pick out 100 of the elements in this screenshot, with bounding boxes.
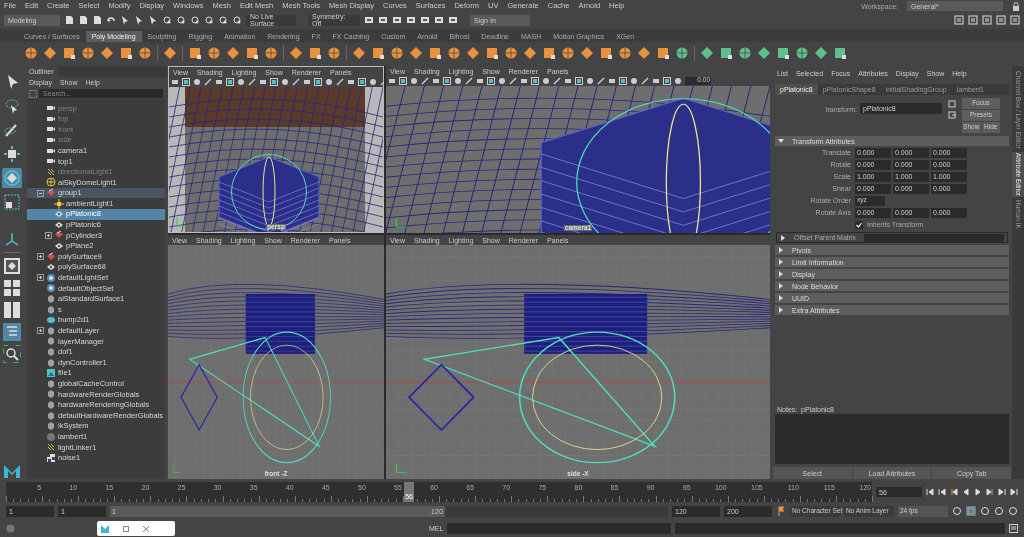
shelf-tool-icon[interactable] [656, 46, 670, 60]
command-input-field[interactable] [447, 523, 671, 534]
playback-icon[interactable] [938, 488, 946, 496]
shelf-tool-icon[interactable] [390, 46, 404, 60]
panel-layout-icon[interactable] [954, 15, 964, 25]
shelf-tool-icon[interactable] [466, 46, 480, 60]
collapse-arrow-icon[interactable] [778, 138, 784, 144]
go-to-input-icon[interactable] [948, 100, 956, 108]
playback-icon[interactable] [998, 488, 1006, 496]
viewport-tool-icon[interactable] [575, 77, 583, 85]
collapse-icon[interactable] [37, 189, 44, 197]
render-icon[interactable] [378, 15, 388, 25]
two-pane-icon[interactable] [3, 301, 21, 319]
snap-icon[interactable] [218, 15, 228, 25]
viewport-tool-icon[interactable] [314, 78, 322, 86]
shelf-tool-icon[interactable] [428, 46, 442, 60]
maximize-icon[interactable] [123, 525, 129, 532]
expand-arrow-icon[interactable] [778, 247, 784, 253]
shelf-tool-icon[interactable] [618, 46, 632, 60]
minimized-window[interactable] [97, 521, 175, 536]
shelf-tool-icon[interactable] [24, 46, 38, 60]
playback-icon[interactable] [926, 488, 934, 496]
render-icon[interactable] [406, 15, 416, 25]
tool-button[interactable] [2, 168, 22, 188]
shelf-tool-icon[interactable] [542, 46, 556, 60]
snap-icon[interactable] [162, 15, 172, 25]
shelf-tool-icon[interactable] [264, 46, 278, 60]
notes-field[interactable] [775, 414, 1009, 464]
panel-layout-icon[interactable] [968, 15, 978, 25]
panel-layout-icon[interactable] [982, 15, 992, 25]
shelf-tool-icon[interactable] [62, 46, 76, 60]
key-icon[interactable] [776, 506, 786, 516]
viewport-tool-icon[interactable] [182, 78, 190, 86]
single-pane-icon[interactable] [3, 257, 21, 275]
render-icon[interactable] [420, 15, 430, 25]
panel-layout-icon[interactable] [996, 15, 1006, 25]
lock-icon[interactable] [1012, 1, 1020, 11]
shelf-tool-icon[interactable] [833, 46, 847, 60]
shelf-tool-icon[interactable] [327, 46, 341, 60]
shelf-tool-icon[interactable] [188, 46, 202, 60]
shelf-tool-icon[interactable] [81, 46, 95, 60]
shelf-tool-icon[interactable] [700, 46, 714, 60]
shelf-tool-icon[interactable] [138, 46, 152, 60]
expand-arrow-icon[interactable] [778, 259, 784, 265]
shelf-tool-icon[interactable] [504, 46, 518, 60]
shelf-tool-icon[interactable] [43, 46, 57, 60]
filter-icon[interactable] [29, 89, 37, 98]
go-to-output-icon[interactable] [948, 111, 956, 119]
shelf-tool-icon[interactable] [352, 46, 366, 60]
shelf-tool-icon[interactable] [795, 46, 809, 60]
expand-arrow-icon[interactable] [778, 295, 784, 301]
viewport-tool-icon[interactable] [619, 77, 627, 85]
viewport-tool-icon[interactable] [226, 78, 234, 86]
viewport-tool-icon[interactable] [487, 77, 495, 85]
playback-icon[interactable] [1010, 488, 1018, 496]
matrix-field[interactable] [864, 233, 1004, 242]
shelf-tool-icon[interactable] [409, 46, 423, 60]
panel-layout-icon[interactable] [1010, 15, 1020, 25]
viewport-tool-icon[interactable] [443, 77, 451, 85]
expand-arrow-icon[interactable] [778, 283, 784, 289]
expand-icon[interactable] [37, 253, 44, 261]
viewport-tool-icon[interactable] [358, 78, 366, 86]
shelf-tool-icon[interactable] [814, 46, 828, 60]
snap-icon[interactable] [190, 15, 200, 25]
shelf-tool-icon[interactable] [599, 46, 613, 60]
render-icon[interactable] [364, 15, 374, 25]
shelf-tool-icon[interactable] [119, 46, 133, 60]
shelf-tool-icon[interactable] [757, 46, 771, 60]
expand-icon[interactable] [37, 327, 44, 335]
viewport-tool-icon[interactable] [531, 77, 539, 85]
shelf-tool-icon[interactable] [100, 46, 114, 60]
shelf-tool-icon[interactable] [719, 46, 733, 60]
shelf-tool-icon[interactable] [371, 46, 385, 60]
script-editor-icon[interactable] [1009, 524, 1018, 533]
render-icon[interactable] [434, 15, 444, 25]
undo-icon[interactable] [106, 15, 116, 25]
shelf-tool-icon[interactable] [637, 46, 651, 60]
four-pane-icon[interactable] [3, 279, 21, 297]
expand-icon[interactable] [45, 231, 52, 239]
expand-icon[interactable] [37, 274, 44, 282]
shelf-tool-icon[interactable] [226, 46, 240, 60]
shelf-tool-icon[interactable] [308, 46, 322, 60]
playback-icon[interactable] [950, 488, 958, 496]
shelf-tool-icon[interactable] [580, 46, 594, 60]
shelf-tool-icon[interactable] [485, 46, 499, 60]
snap-icon[interactable] [204, 15, 214, 25]
shelf-tool-icon[interactable] [163, 46, 177, 60]
shelf-tool-icon[interactable] [245, 46, 259, 60]
checkbox[interactable] [855, 220, 863, 229]
shelf-tool-icon[interactable] [675, 46, 689, 60]
soft-select-icon[interactable] [3, 230, 21, 248]
render-icon[interactable] [448, 15, 458, 25]
expand-arrow-icon[interactable] [778, 271, 784, 277]
shelf-tool-icon[interactable] [738, 46, 752, 60]
tool-button[interactable] [2, 144, 22, 164]
search-icon[interactable] [3, 345, 21, 363]
shelf-tool-icon[interactable] [561, 46, 575, 60]
viewport-tool-icon[interactable] [399, 77, 407, 85]
tool-button[interactable] [2, 192, 22, 212]
viewport-tool-icon[interactable] [270, 78, 278, 86]
